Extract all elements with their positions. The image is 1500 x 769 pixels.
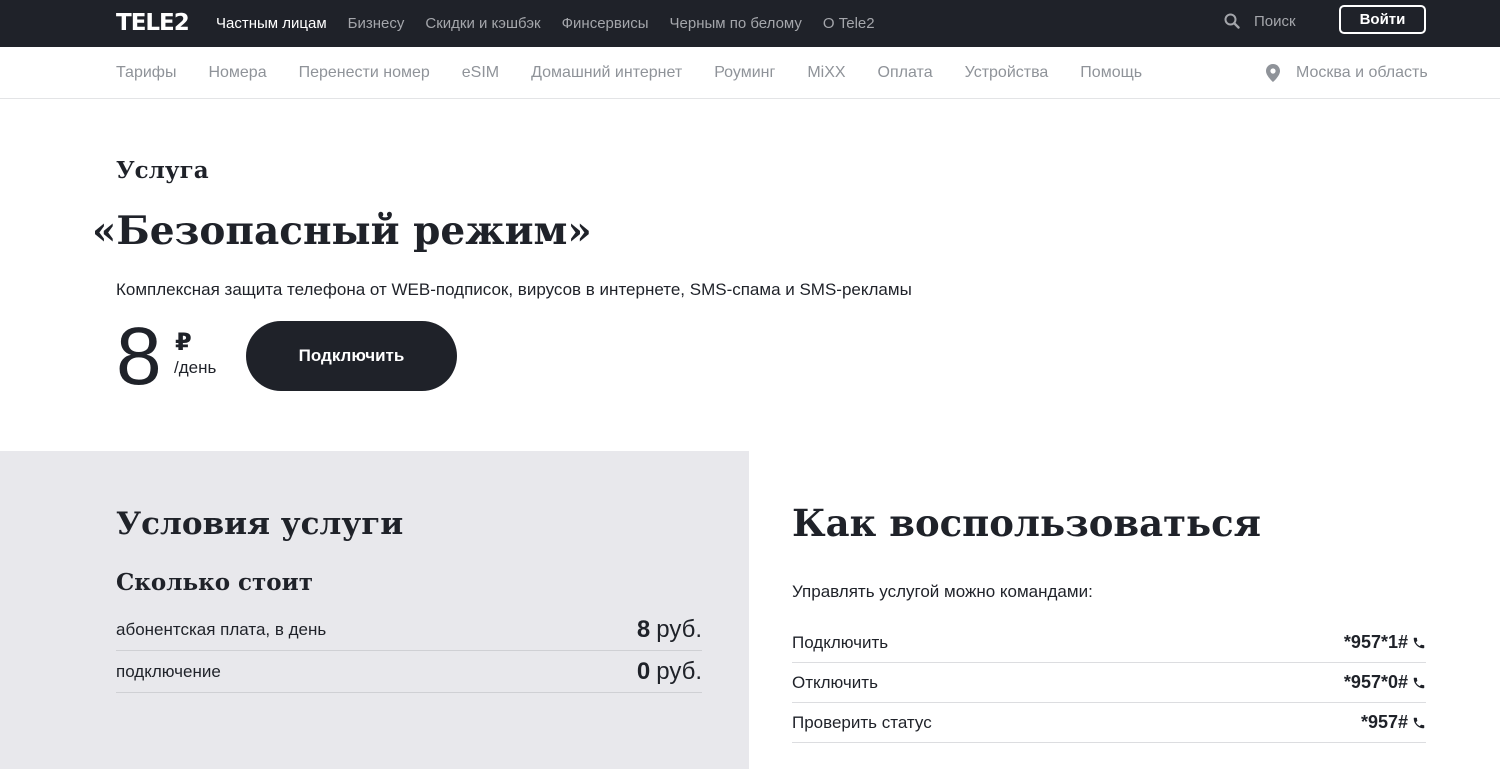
region-selector[interactable]: Москва и область bbox=[1266, 47, 1428, 99]
top-nav-private[interactable]: Частным лицам bbox=[216, 15, 327, 32]
search-icon bbox=[1224, 13, 1240, 29]
cost-row-label: абонентская плата, в день bbox=[116, 619, 327, 639]
top-bar: TELE2 Частным лицам Бизнесу Скидки и кэш… bbox=[0, 0, 1500, 47]
service-description: Комплексная защита телефона от WEB-подпи… bbox=[116, 280, 912, 299]
command-row-disconnect: Отключить *957*0# bbox=[792, 663, 1426, 703]
command-label: Подключить bbox=[792, 632, 889, 652]
price-value: 8 bbox=[116, 311, 162, 402]
price-currency: ₽ bbox=[175, 329, 192, 356]
cost-row-connection: подключение 0 руб. bbox=[116, 651, 702, 693]
sub-nav-transfer-number[interactable]: Перенести номер bbox=[299, 64, 430, 82]
phone-icon bbox=[1413, 717, 1425, 728]
sub-nav-devices[interactable]: Устройства bbox=[965, 64, 1049, 82]
cost-amount: 0 bbox=[636, 657, 651, 685]
top-nav-finservices[interactable]: Финсервисы bbox=[562, 15, 649, 32]
sub-nav-items: Тарифы Номера Перенести номер eSIM Домаш… bbox=[116, 47, 1174, 99]
command-label: Проверить статус bbox=[792, 712, 932, 732]
sub-nav-mixx[interactable]: MiXX bbox=[807, 64, 845, 82]
connect-button[interactable]: Подключить bbox=[246, 321, 457, 391]
top-nav-about[interactable]: О Tele2 bbox=[823, 15, 875, 32]
cost-amount: 8 bbox=[636, 615, 651, 643]
top-nav: Частным лицам Бизнесу Скидки и кэшбэк Фи… bbox=[216, 0, 896, 47]
top-nav-black-on-white[interactable]: Черным по белому bbox=[670, 15, 802, 32]
command-code[interactable]: *957# bbox=[1361, 712, 1426, 733]
top-nav-cashback[interactable]: Скидки и кэшбэк bbox=[425, 15, 540, 32]
howto-intro: Управлять услугой можно командами: bbox=[792, 582, 1093, 601]
cost-unit: руб. bbox=[656, 615, 702, 643]
page-title: «Безопасный режим» bbox=[92, 208, 592, 254]
cost-row-subscription: абонентская плата, в день 8 руб. bbox=[116, 609, 702, 651]
phone-icon bbox=[1413, 677, 1425, 688]
sub-nav-esim[interactable]: eSIM bbox=[462, 64, 499, 82]
command-code-text: *957*0# bbox=[1343, 672, 1408, 692]
sub-nav-payment[interactable]: Оплата bbox=[878, 64, 933, 82]
conditions-title: Условия услуги bbox=[116, 506, 404, 542]
price-period: /день bbox=[174, 358, 217, 377]
command-code-text: *957*1# bbox=[1343, 632, 1408, 652]
sub-nav: Тарифы Номера Перенести номер eSIM Домаш… bbox=[0, 47, 1500, 99]
cost-row-value: 0 руб. bbox=[637, 658, 702, 686]
sub-nav-tariffs[interactable]: Тарифы bbox=[116, 64, 176, 82]
cost-row-value: 8 руб. bbox=[637, 616, 702, 644]
phone-icon bbox=[1413, 637, 1425, 648]
command-row-connect: Подключить *957*1# bbox=[792, 623, 1426, 663]
cost-row-label: подключение bbox=[116, 661, 221, 681]
login-button[interactable]: Войти bbox=[1339, 5, 1426, 34]
command-code-text: *957# bbox=[1360, 712, 1408, 732]
sub-nav-roaming[interactable]: Роуминг bbox=[714, 64, 775, 82]
service-label: Услуга bbox=[116, 157, 209, 184]
howto-title: Как воспользоваться bbox=[792, 501, 1261, 545]
cost-unit: руб. bbox=[656, 657, 702, 685]
command-code[interactable]: *957*1# bbox=[1344, 632, 1426, 653]
top-nav-business[interactable]: Бизнесу bbox=[348, 15, 405, 32]
cost-title: Сколько стоит bbox=[116, 569, 313, 596]
command-label: Отключить bbox=[792, 672, 878, 692]
sub-nav-home-internet[interactable]: Домашний интернет bbox=[531, 64, 682, 82]
tele2-logo[interactable]: TELE2 bbox=[116, 10, 190, 36]
sub-nav-numbers[interactable]: Номера bbox=[208, 64, 266, 82]
command-code[interactable]: *957*0# bbox=[1344, 672, 1426, 693]
location-pin-icon bbox=[1266, 64, 1280, 82]
search-label: Поиск bbox=[1254, 12, 1296, 30]
region-label: Москва и область bbox=[1296, 64, 1428, 81]
search-button[interactable]: Поиск bbox=[1224, 0, 1296, 42]
command-row-status: Проверить статус *957# bbox=[792, 703, 1426, 743]
sub-nav-help[interactable]: Помощь bbox=[1080, 64, 1142, 82]
